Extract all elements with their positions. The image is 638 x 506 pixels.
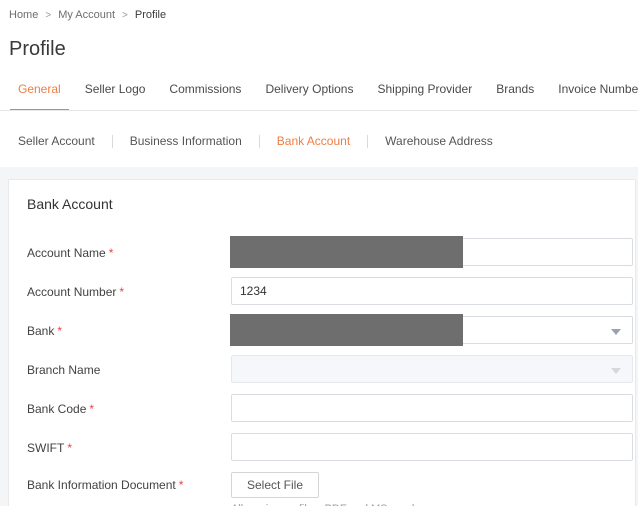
redaction-overlay	[230, 314, 463, 346]
subtab-warehouse-address[interactable]: Warehouse Address	[368, 134, 510, 148]
redaction-overlay	[230, 236, 463, 268]
branch-name-field-wrap	[231, 355, 633, 383]
form-row-account-number: Account Number *	[27, 277, 635, 305]
required-marker: *	[57, 323, 63, 338]
chevron-down-icon	[611, 368, 621, 374]
breadcrumb-separator: >	[45, 9, 52, 21]
breadcrumb: Home > My Account > Profile	[0, 0, 638, 21]
account-number-label: Account Number *	[27, 284, 125, 299]
tab-delivery-options[interactable]: Delivery Options	[257, 82, 361, 110]
tab-seller-logo[interactable]: Seller Logo	[77, 82, 154, 110]
bank-code-label: Bank Code *	[27, 401, 95, 416]
bank-document-field-wrap: Select File Allows image files, PDF and …	[231, 472, 633, 506]
bank-account-card: Bank Account Account Name * Account Numbe…	[8, 179, 636, 506]
select-file-button[interactable]: Select File	[231, 472, 320, 498]
breadcrumb-profile: Profile	[134, 9, 167, 21]
subtab-seller-account[interactable]: Seller Account	[18, 134, 112, 148]
swift-field-wrap	[231, 433, 633, 461]
tab-shipping-provider[interactable]: Shipping Provider	[369, 82, 480, 110]
subtab-bank-account[interactable]: Bank Account	[260, 134, 367, 148]
form-row-bank-code: Bank Code *	[27, 394, 635, 422]
tab-invoice-number[interactable]: Invoice Number	[550, 82, 638, 110]
bank-code-field-wrap	[231, 394, 633, 422]
account-number-field-wrap	[231, 277, 633, 305]
bank-document-label: Bank Information Document *	[27, 478, 184, 492]
form-row-bank: Bank *	[27, 314, 635, 346]
swift-label: SWIFT *	[27, 440, 72, 455]
form-row-swift: SWIFT *	[27, 433, 635, 461]
account-name-field-wrap	[230, 236, 633, 268]
breadcrumb-my-account[interactable]: My Account	[58, 9, 115, 21]
required-marker: *	[119, 284, 125, 299]
required-marker: *	[67, 440, 72, 455]
breadcrumb-home[interactable]: Home	[9, 9, 38, 21]
bank-label: Bank *	[27, 323, 63, 338]
profile-subtabs: Seller Account Business Information Bank…	[0, 134, 638, 167]
account-number-input[interactable]	[231, 277, 633, 305]
tab-general[interactable]: General	[10, 82, 69, 110]
form-row-branch-name: Branch Name	[27, 355, 635, 383]
required-marker: *	[178, 478, 184, 492]
bank-code-input[interactable]	[231, 394, 633, 422]
required-marker: *	[89, 401, 95, 416]
required-marker: *	[108, 245, 114, 260]
tab-commissions[interactable]: Commissions	[161, 82, 249, 110]
branch-name-label: Branch Name	[27, 362, 101, 377]
bank-field-wrap	[230, 314, 633, 346]
page-title: Profile	[9, 38, 66, 60]
subtab-business-information[interactable]: Business Information	[113, 134, 259, 148]
profile-page: Home > My Account > Profile Profile Gene…	[0, 0, 638, 506]
swift-input[interactable]	[231, 433, 633, 461]
chevron-down-icon	[611, 329, 621, 335]
content-area: Bank Account Account Name * Account Numbe…	[0, 167, 638, 506]
breadcrumb-separator: >	[122, 9, 128, 21]
section-title: Bank Account	[27, 196, 113, 212]
branch-name-select	[231, 355, 633, 383]
account-name-label: Account Name *	[27, 245, 114, 260]
form-row-account-name: Account Name *	[27, 236, 635, 268]
main-tabs: General Seller Logo Commissions Delivery…	[0, 82, 638, 111]
form-row-bank-document: Bank Information Document* Select File A…	[27, 472, 635, 506]
tab-brands[interactable]: Brands	[488, 82, 542, 110]
